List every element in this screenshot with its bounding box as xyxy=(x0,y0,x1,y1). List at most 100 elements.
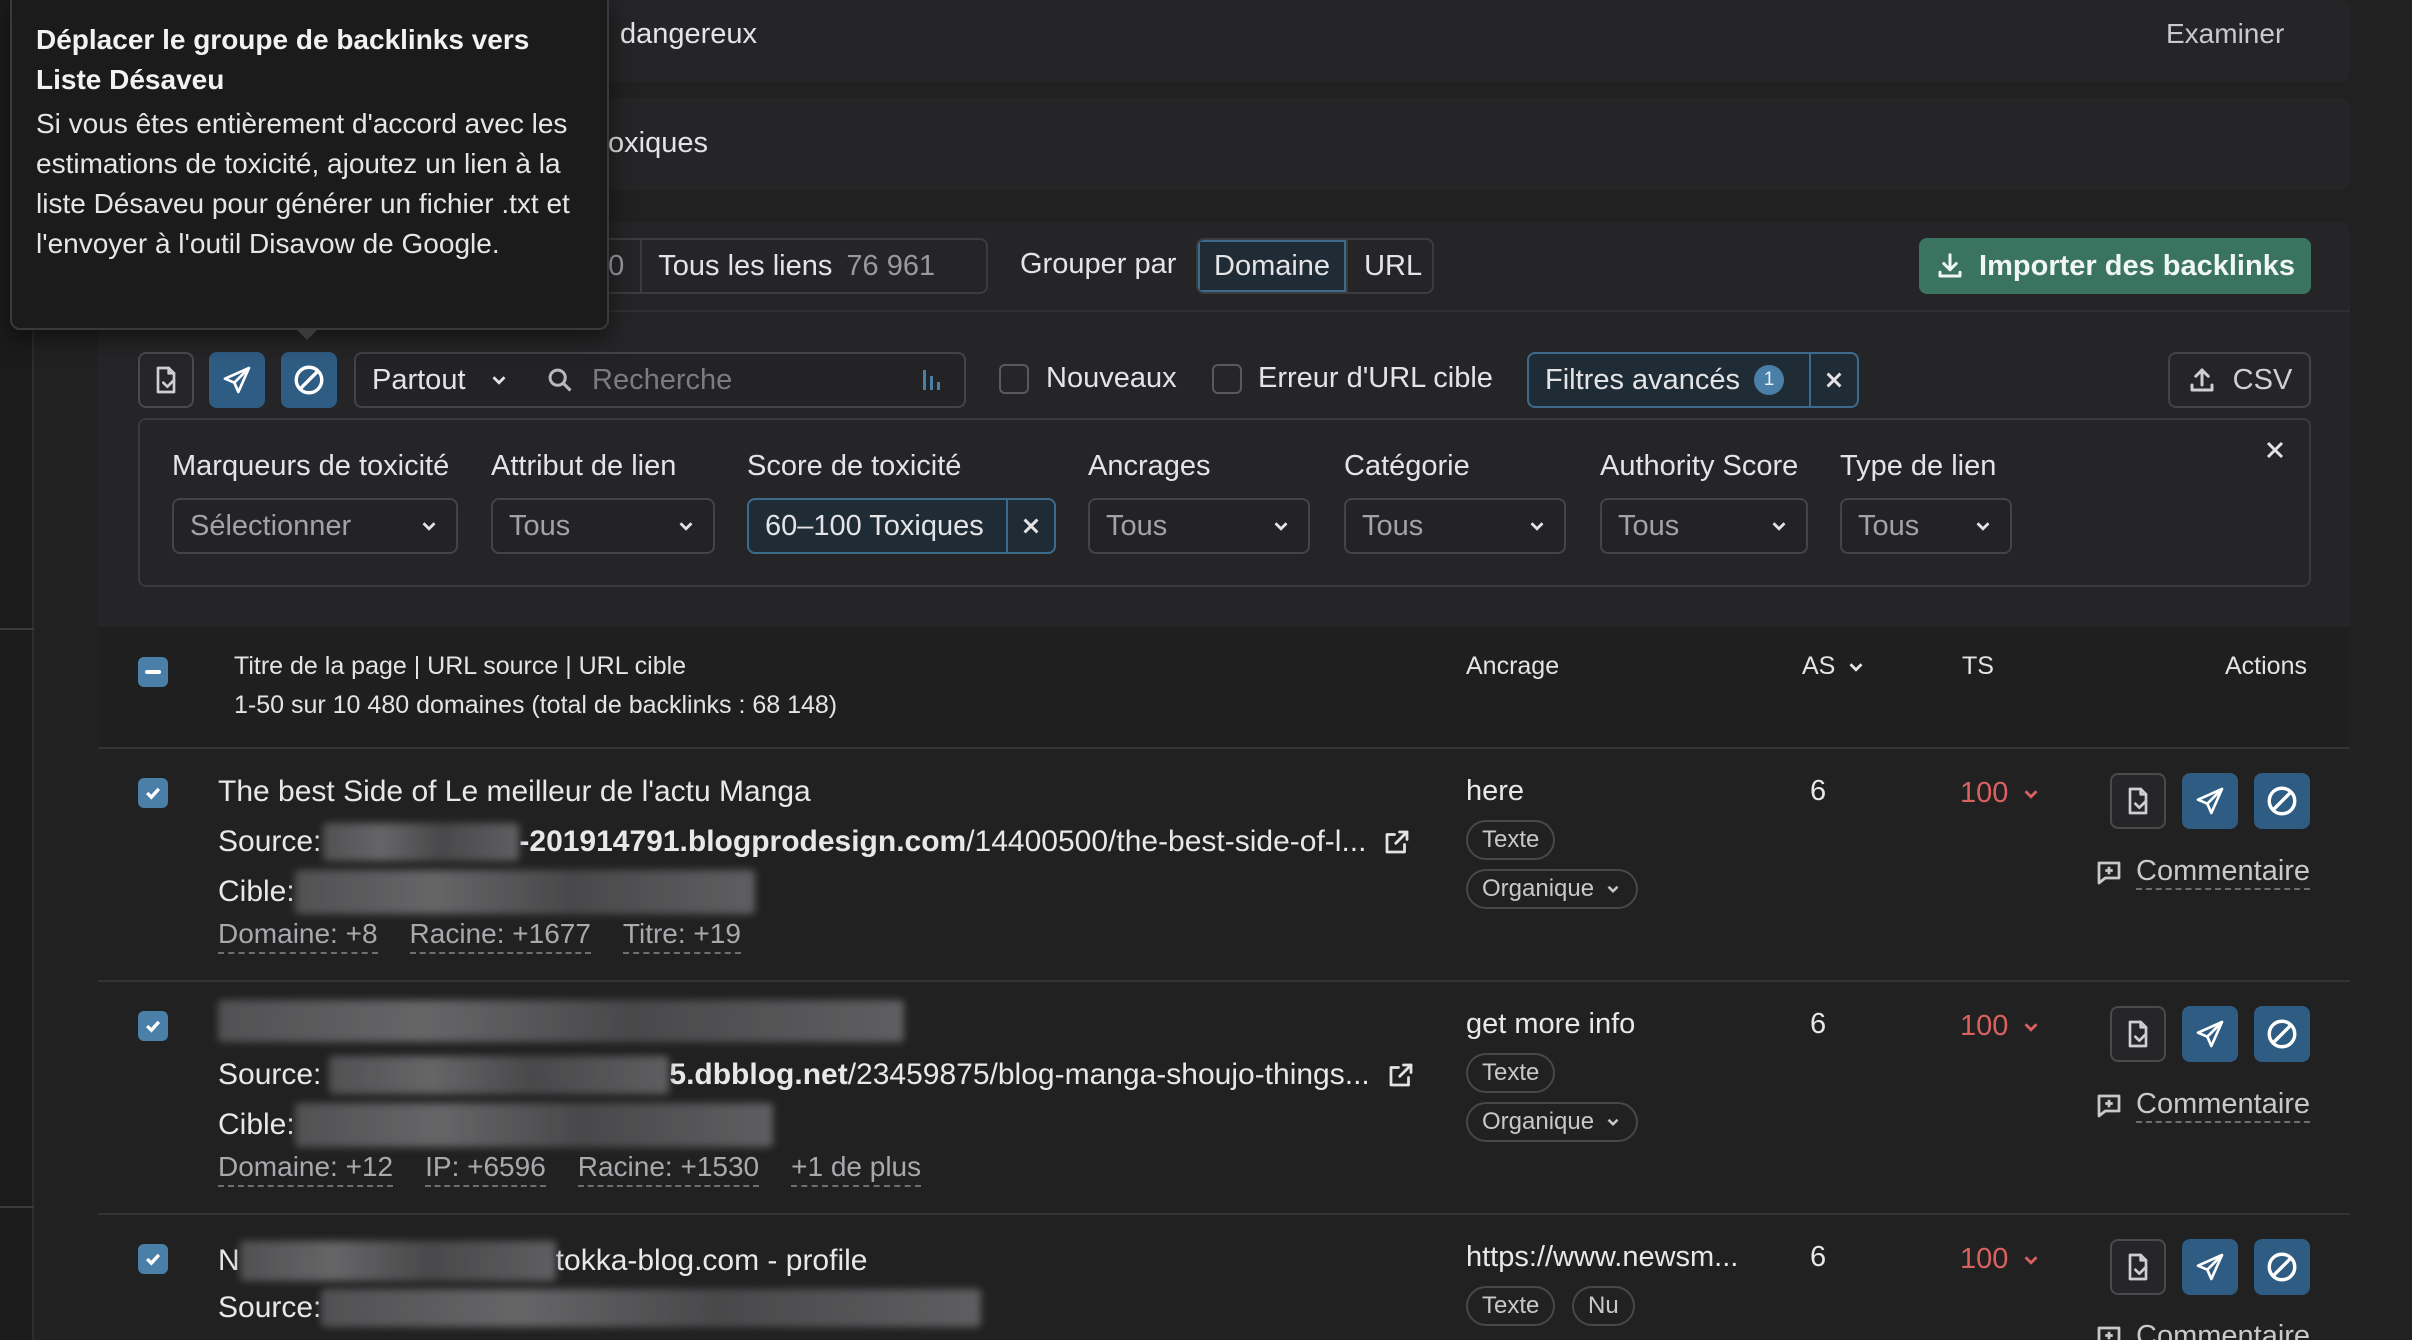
advanced-filters-button[interactable]: Filtres avancés 1 xyxy=(1527,352,1859,408)
document-export-icon xyxy=(2128,1253,2148,1281)
row-source-url[interactable]: Source: xyxy=(218,1289,982,1327)
row-disavow-button[interactable] xyxy=(2254,1006,2310,1062)
external-link-icon[interactable] xyxy=(1382,827,1412,857)
link-type-select[interactable]: Tous xyxy=(1840,498,2012,554)
anchors-value: Tous xyxy=(1106,509,1168,542)
tag-title[interactable]: Titre: +19 xyxy=(622,918,741,954)
close-icon xyxy=(1023,518,1039,534)
disavow-tooltip: Déplacer le groupe de backlinks vers Lis… xyxy=(10,0,609,330)
column-title-source-target[interactable]: Titre de la page | URL source | URL cibl… xyxy=(234,652,686,681)
row-export-button[interactable] xyxy=(2110,1006,2166,1062)
row-comment-button[interactable]: Commentaire xyxy=(2094,1088,2311,1123)
target-url-error-checkbox[interactable] xyxy=(1212,364,1242,394)
comment-add-icon xyxy=(2097,861,2121,884)
link-attribute-select[interactable]: Tous xyxy=(491,498,715,554)
toxicity-score-select[interactable]: 60–100 Toxiques xyxy=(747,498,1056,554)
row-checkbox[interactable] xyxy=(138,1011,168,1041)
row-disavow-button[interactable] xyxy=(2254,773,2310,829)
tag-ip[interactable]: IP: +6596 xyxy=(425,1151,546,1187)
clear-toxicity-score-button[interactable] xyxy=(1006,500,1054,552)
source-label: Source: xyxy=(218,1291,322,1324)
external-link-icon[interactable] xyxy=(1386,1060,1416,1090)
chevron-down-icon xyxy=(1274,522,1288,531)
import-backlinks-label: Importer des backlinks xyxy=(1979,249,2295,282)
csv-export-button[interactable]: CSV xyxy=(2168,352,2311,408)
row-page-title[interactable]: N tokka-blog.com - profile xyxy=(218,1241,867,1281)
row-comment-button[interactable]: Commentaire xyxy=(2094,855,2311,890)
authority-score-select[interactable]: Tous xyxy=(1600,498,1808,554)
check-icon xyxy=(145,1253,161,1266)
column-as[interactable]: AS xyxy=(1802,652,1867,681)
tag-domain[interactable]: Domaine: +8 xyxy=(218,918,378,954)
row-checkbox[interactable] xyxy=(138,1244,168,1274)
clear-advanced-filters-button[interactable] xyxy=(1809,354,1857,406)
row-anchor-text: get more info xyxy=(1466,1008,1636,1040)
row-send-button[interactable] xyxy=(2182,773,2238,829)
scope-dropdown[interactable]: Partout xyxy=(354,352,528,408)
row-ts[interactable]: 100 xyxy=(1960,1243,2042,1276)
export-doc-button[interactable] xyxy=(138,352,194,408)
row-target-url[interactable]: Cible: xyxy=(218,1103,773,1147)
pill-organic-dropdown[interactable]: Organique xyxy=(1466,869,1639,909)
new-checkbox[interactable] xyxy=(999,364,1029,394)
row-source-url[interactable]: Source: -201914791.blogprodesign.com /14… xyxy=(218,823,1412,861)
row-export-button[interactable] xyxy=(2110,1239,2166,1295)
redacted-text xyxy=(329,1056,670,1094)
row-page-title[interactable]: The best Side of Le meilleur de l'actu M… xyxy=(218,775,811,809)
redacted-text xyxy=(239,1241,556,1281)
column-actions: Actions xyxy=(2225,652,2307,680)
chevron-down-icon xyxy=(1976,522,1990,531)
group-by-url[interactable]: URL xyxy=(1348,240,1432,292)
redacted-text xyxy=(294,870,755,914)
row-page-title-redacted[interactable] xyxy=(218,1000,904,1042)
category-select[interactable]: Tous xyxy=(1344,498,1566,554)
send-button[interactable] xyxy=(209,352,265,408)
row-export-button[interactable] xyxy=(2110,773,2166,829)
tag-domain[interactable]: Domaine: +12 xyxy=(218,1151,394,1187)
search-options-icon[interactable] xyxy=(920,366,944,394)
select-all-checkbox[interactable] xyxy=(138,657,168,687)
link-tabs: e 0 Tous les liens 76 961 xyxy=(560,238,988,294)
column-anchor[interactable]: Ancrage xyxy=(1466,652,1559,681)
new-label: Nouveaux xyxy=(1046,362,1177,394)
pill-text-label: Texte xyxy=(1482,1292,1540,1319)
rail-divider xyxy=(0,1206,34,1208)
close-icon xyxy=(1826,372,1842,388)
chevron-down-icon xyxy=(1772,522,1786,531)
import-backlinks-button[interactable]: Importer des backlinks xyxy=(1919,238,2311,294)
disavow-button[interactable] xyxy=(281,352,337,408)
filter-label-link-type: Type de lien xyxy=(1840,450,1997,482)
close-filters-icon[interactable] xyxy=(2263,438,2287,462)
block-icon xyxy=(2267,1252,2297,1282)
column-ts[interactable]: TS xyxy=(1962,652,1994,681)
row-comment-label: Commentaire xyxy=(2136,855,2311,890)
search-input[interactable]: Recherche xyxy=(526,352,966,408)
chevron-down-icon xyxy=(679,522,693,531)
redacted-text xyxy=(294,1103,773,1147)
row-source-url[interactable]: Source: 5.dbblog.net /23459875/blog-mang… xyxy=(218,1056,1416,1094)
row-send-button[interactable] xyxy=(2182,1006,2238,1062)
sort-chevron-icon xyxy=(1849,662,1863,672)
chevron-down-icon xyxy=(2024,1255,2038,1265)
row-anchor-text: here xyxy=(1466,775,1525,807)
row-ts[interactable]: 100 xyxy=(1960,777,2042,810)
tag-root[interactable]: Racine: +1677 xyxy=(409,918,591,954)
group-by-domain[interactable]: Domaine xyxy=(1198,240,1349,292)
row-anchor-text: https://www.newsm... xyxy=(1466,1241,1739,1273)
tag-more[interactable]: +1 de plus xyxy=(791,1151,922,1187)
row-tags: Domaine: +8 Racine: +1677 Titre: +19 xyxy=(218,918,741,954)
examine-button[interactable]: Examiner xyxy=(2166,18,2284,50)
row-as: 6 xyxy=(1810,1241,1827,1273)
target-label: Cible: xyxy=(218,875,295,908)
row-send-button[interactable] xyxy=(2182,1239,2238,1295)
row-disavow-button[interactable] xyxy=(2254,1239,2310,1295)
row-checkbox[interactable] xyxy=(138,778,168,808)
row-target-url[interactable]: Cible: xyxy=(218,870,755,914)
anchors-select[interactable]: Tous xyxy=(1088,498,1310,554)
tab-all-links[interactable]: Tous les liens 76 961 xyxy=(642,240,951,292)
row-ts[interactable]: 100 xyxy=(1960,1010,2042,1043)
toxicity-markers-select[interactable]: Sélectionner xyxy=(172,498,458,554)
row-comment-button[interactable]: Commentaire xyxy=(2094,1320,2310,1340)
tag-root[interactable]: Racine: +1530 xyxy=(577,1151,760,1187)
pill-organic-dropdown[interactable]: Organique xyxy=(1466,1102,1639,1142)
